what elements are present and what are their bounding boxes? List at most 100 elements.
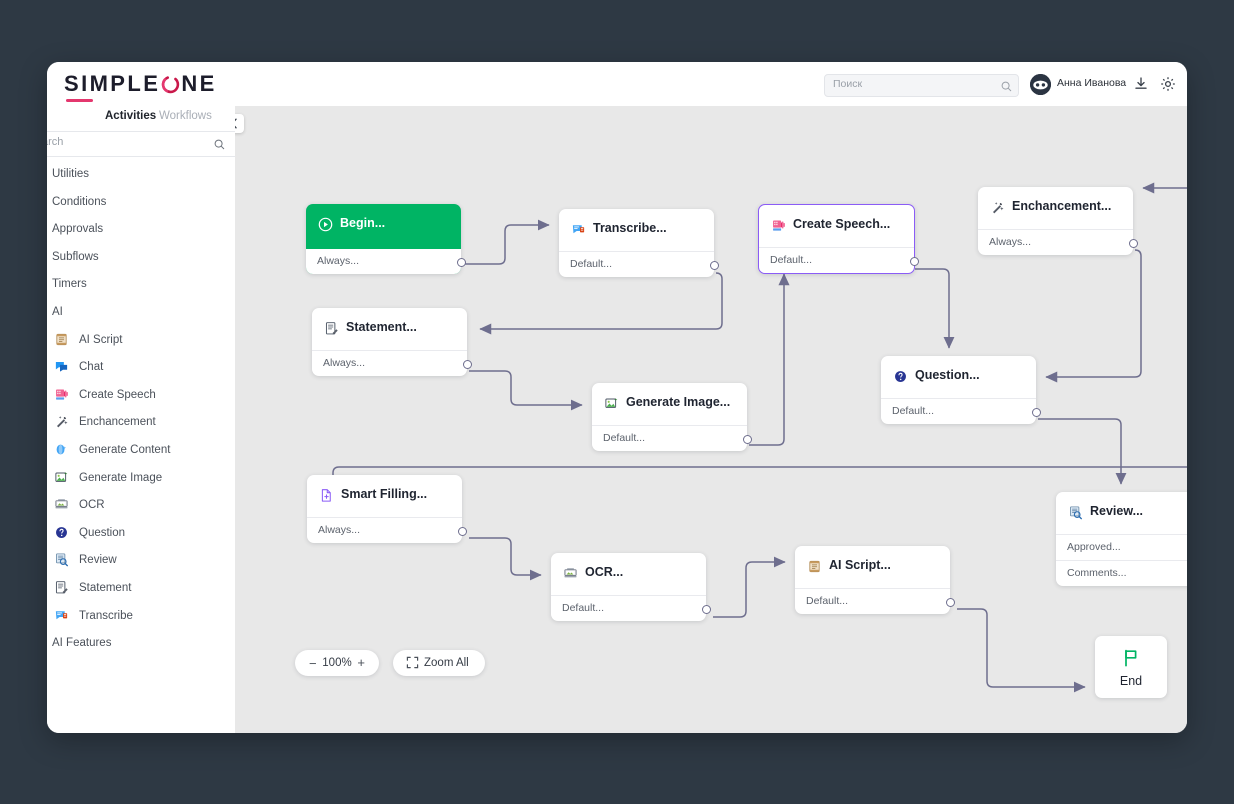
zoom-level-control[interactable]: − 100% + <box>295 650 379 676</box>
gear-icon[interactable] <box>1159 75 1177 93</box>
sidebar-tabs: Activities Workflows <box>47 106 235 132</box>
sidebar-item-transcribe[interactable]: Transcribe <box>47 604 235 632</box>
node-port-handle[interactable] <box>742 434 752 444</box>
node-port-label: Default... <box>892 405 935 417</box>
node-end[interactable]: End <box>1095 636 1167 698</box>
node-port-handle[interactable] <box>462 359 472 369</box>
node-port-handle[interactable] <box>1031 407 1041 417</box>
node-port[interactable]: Default... <box>759 247 919 273</box>
sidebar-item-subflows[interactable]: Subflows <box>47 245 235 273</box>
node-port[interactable]: Approved... <box>1056 534 1187 560</box>
node-port-handle[interactable] <box>909 256 919 266</box>
sidebar-item-timers[interactable]: Timers <box>47 272 235 300</box>
node-title: Transcribe... <box>593 221 667 235</box>
zoom-in-button[interactable]: + <box>357 655 365 670</box>
node-enhancement[interactable]: Enchancement... Always... <box>978 187 1138 255</box>
sidebar-item-label: Generate Content <box>79 443 171 456</box>
node-question[interactable]: Question... Default... <box>881 356 1041 424</box>
sidebar-item-label: AI Script <box>79 333 123 346</box>
node-port-handle[interactable] <box>701 604 711 614</box>
node-port[interactable]: Always... <box>312 350 472 376</box>
transcribe-icon <box>54 608 69 623</box>
node-port-handle[interactable] <box>457 526 467 536</box>
node-title: Generate Image... <box>626 395 731 409</box>
node-port[interactable]: Always... <box>307 517 467 543</box>
tab-activities[interactable]: Activities <box>105 110 156 122</box>
node-ocr[interactable]: OCR... Default... <box>551 553 711 621</box>
sidebar-item-enchancement[interactable]: Enchancement <box>47 410 235 438</box>
node-port-label: Default... <box>806 595 849 607</box>
tab-workflows[interactable]: Workflows <box>159 110 212 122</box>
sidebar-item-chat[interactable]: Chat <box>47 355 235 383</box>
node-title: Statement... <box>346 320 417 334</box>
node-port[interactable]: Always... <box>306 249 466 274</box>
zoom-all-button[interactable]: Zoom All <box>393 650 485 676</box>
node-port[interactable]: Default... <box>881 398 1041 424</box>
node-port[interactable]: Comments... <box>1056 560 1187 586</box>
transcribe-icon <box>571 222 586 237</box>
node-port[interactable]: Default... <box>592 425 752 451</box>
node-header: Statement... <box>312 308 467 350</box>
sidebar-item-label: AI <box>52 305 63 318</box>
node-title: OCR... <box>585 565 624 579</box>
node-generate-image[interactable]: Generate Image... Default... <box>592 383 752 451</box>
sidebar-item-create-speech[interactable]: Create Speech <box>47 383 235 411</box>
node-port[interactable]: Always... <box>978 229 1138 255</box>
node-ai-script[interactable]: AI Script... Default... <box>795 546 955 614</box>
sidebar-item-label: Statement <box>79 581 132 594</box>
sidebar-nav: Utilities Conditions Approvals Subflows Time… <box>47 162 235 659</box>
node-port-handle[interactable] <box>709 260 719 270</box>
node-header: Transcribe... <box>559 209 714 251</box>
review-icon <box>1068 505 1083 520</box>
sidebar-item-question[interactable]: Question <box>47 521 235 549</box>
user-name[interactable]: Анна Иванова <box>1057 77 1126 89</box>
node-transcribe[interactable]: Transcribe... Default... <box>559 209 719 277</box>
sidebar-item-ai-script[interactable]: AI Script <box>47 328 235 356</box>
sidebar-item-review[interactable]: Review <box>47 548 235 576</box>
sidebar-item-conditions[interactable]: Conditions <box>47 190 235 218</box>
global-search-input[interactable]: Поиск <box>824 74 1019 97</box>
question-icon <box>54 525 69 540</box>
app-header: SIMPLE NE Поиск Анна Иванова <box>47 62 1187 106</box>
app-window: SIMPLE NE Поиск Анна Иванова Activities … <box>47 62 1187 733</box>
node-begin[interactable]: Begin... Always... <box>306 204 466 274</box>
avatar[interactable] <box>1030 74 1051 95</box>
node-create-speech[interactable]: Create Speech... Default... <box>758 204 919 274</box>
sidebar-collapse-button[interactable] <box>235 114 244 133</box>
sidebar: Activities Workflows arch Utilities Condi… <box>47 106 236 733</box>
sidebar-item-ai[interactable]: AI <box>47 300 235 328</box>
node-port-handle[interactable] <box>456 257 466 267</box>
sidebar-item-generate-content[interactable]: Generate Content <box>47 438 235 466</box>
workflow-canvas[interactable]: Begin... Always... Transcribe... Default...… <box>235 106 1187 733</box>
logo-text-right: NE <box>181 71 217 96</box>
sidebar-item-label: Chat <box>79 361 104 374</box>
node-port[interactable]: Default... <box>795 588 955 614</box>
logo-text-left: SIMPLE <box>64 71 161 96</box>
create-speech-icon <box>54 387 69 402</box>
node-port[interactable]: Default... <box>559 251 719 277</box>
node-review[interactable]: Review... Approved... Comments... <box>1056 492 1187 586</box>
sidebar-item-ai-features[interactable]: AI Features <box>47 631 235 659</box>
logo-underline <box>66 99 93 102</box>
node-port-handle[interactable] <box>945 597 955 607</box>
node-header: Smart Filling... <box>307 475 462 517</box>
sidebar-item-generate-image[interactable]: Generate Image <box>47 466 235 494</box>
node-port-label: Always... <box>989 236 1032 248</box>
node-header: Review... <box>1056 492 1187 534</box>
sidebar-item-label: OCR <box>79 499 105 512</box>
node-port-handle[interactable] <box>1128 238 1138 248</box>
sidebar-search-input[interactable]: arch <box>47 131 235 157</box>
sidebar-item-approvals[interactable]: Approvals <box>47 217 235 245</box>
sidebar-item-ocr[interactable]: OCR <box>47 493 235 521</box>
node-title: AI Script... <box>829 558 891 572</box>
node-smart-filling[interactable]: Smart Filling... Always... <box>307 475 467 543</box>
node-port[interactable]: Default... <box>551 595 711 621</box>
enhancement-icon <box>990 200 1005 215</box>
node-statement[interactable]: Statement... Always... <box>312 308 472 376</box>
sidebar-item-utilities[interactable]: Utilities <box>47 162 235 190</box>
flag-icon <box>1121 648 1141 673</box>
sidebar-item-statement[interactable]: Statement <box>47 576 235 604</box>
ai-script-icon <box>807 559 822 574</box>
generate-image-icon <box>604 396 619 411</box>
download-icon[interactable] <box>1132 75 1150 93</box>
